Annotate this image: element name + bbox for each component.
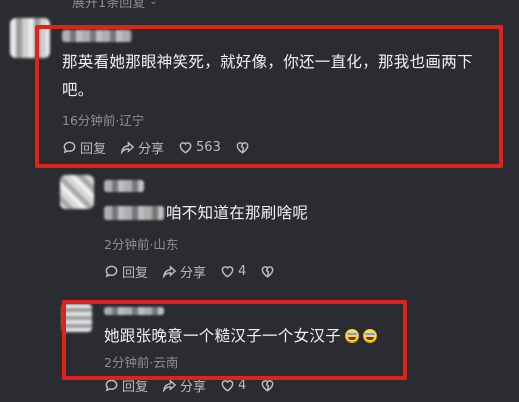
comment-text: 那英看她那眼神笑死，就好像，你还一直化，那我也画两下吧。 — [62, 53, 473, 99]
like-button[interactable]: 4 — [220, 378, 246, 393]
username-redacted[interactable] — [62, 30, 132, 42]
like-count: 4 — [238, 378, 247, 393]
comment-text: 她跟张晚意一个糙汉子一个女汉子 — [104, 322, 378, 350]
heart-icon — [221, 380, 234, 392]
avatar[interactable] — [62, 304, 92, 332]
reply-label: 回复 — [122, 380, 149, 395]
like-button[interactable]: 563 — [178, 140, 221, 155]
comment-text: 咱不知道在那刷啥呢 — [166, 204, 309, 222]
redacted-text — [104, 206, 164, 220]
comment-meta: 16分钟前·辽宁 — [62, 113, 145, 128]
dislike-button[interactable] — [235, 140, 250, 155]
broken-heart-icon — [261, 380, 274, 392]
comment-body: 她跟张晚意一个糙汉子一个女汉子 — [104, 327, 342, 345]
reply-button[interactable]: 回复 — [104, 376, 148, 395]
heart-icon — [179, 142, 192, 154]
share-label: 分享 — [180, 266, 207, 281]
share-label: 分享 — [138, 142, 165, 157]
reply-button[interactable]: 回复 — [62, 138, 106, 157]
like-count: 4 — [238, 264, 247, 279]
avatar[interactable] — [10, 18, 50, 58]
avatar[interactable] — [60, 175, 94, 209]
comment-icon — [63, 141, 76, 154]
comment-icon — [105, 265, 118, 278]
share-button[interactable]: 分享 — [162, 262, 206, 281]
share-button[interactable]: 分享 — [120, 138, 164, 157]
comment-section: 展开1条回复 ⌄ 那英看她那眼神笑死，就好像，你还一直化，那我也画两下吧。 16… — [0, 0, 519, 402]
chevron-down-icon: ⌄ — [149, 0, 158, 7]
comment-icon — [105, 379, 118, 392]
laugh-cry-emoji-icon — [363, 329, 378, 343]
expand-replies-label: 展开1条回复 — [72, 0, 146, 11]
heart-icon — [221, 266, 234, 278]
dislike-button[interactable] — [260, 378, 275, 393]
broken-heart-icon — [261, 266, 274, 278]
like-button[interactable]: 4 — [220, 264, 246, 279]
comment-actions: 回复 分享 4 — [104, 262, 275, 281]
share-button[interactable]: 分享 — [162, 376, 206, 395]
dislike-button[interactable] — [260, 264, 275, 279]
like-count: 563 — [196, 140, 221, 155]
comment-meta: 2分钟前·云南 — [104, 355, 179, 370]
comment-actions: 回复 分享 563 — [62, 138, 250, 157]
comment-actions: 回复 分享 4 — [104, 376, 275, 395]
username-redacted[interactable] — [104, 180, 144, 192]
reply-label: 回复 — [80, 142, 107, 157]
username-redacted[interactable] — [104, 307, 164, 315]
reply-button[interactable]: 回复 — [104, 262, 148, 281]
comment-meta: 2分钟前·山东 — [104, 237, 179, 252]
expand-replies-link[interactable]: 展开1条回复 ⌄ — [72, 0, 158, 11]
reply-label: 回复 — [122, 266, 149, 281]
share-label: 分享 — [180, 380, 207, 395]
share-icon — [162, 379, 177, 393]
laugh-cry-emoji-icon — [345, 329, 360, 343]
share-icon — [162, 265, 177, 279]
broken-heart-icon — [236, 142, 249, 154]
share-icon — [120, 141, 135, 155]
